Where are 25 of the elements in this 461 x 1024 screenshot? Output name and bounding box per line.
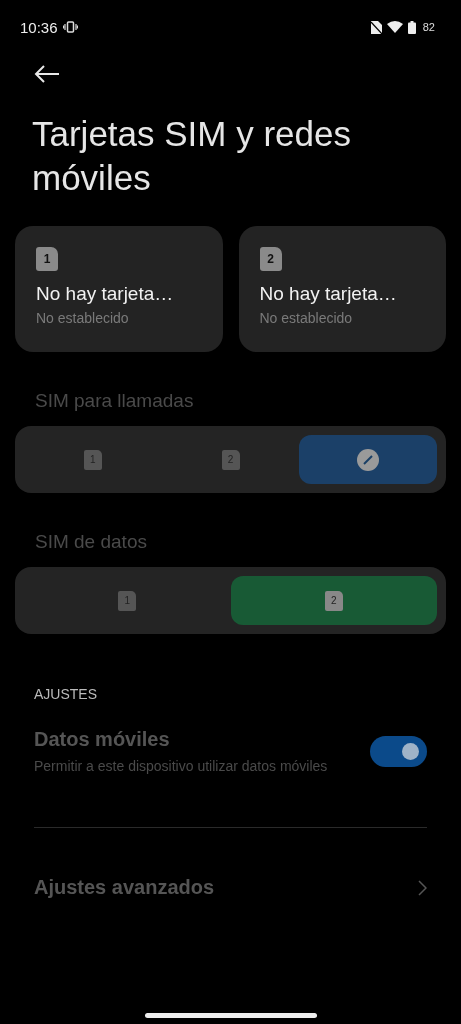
setting-title: Datos móviles	[34, 728, 171, 751]
wifi-icon	[386, 21, 403, 33]
section-label: SIM de datos	[35, 531, 148, 553]
sim-card[interactable]: 2 No hay tarjeta… No establecido	[238, 226, 446, 352]
status-time: 10:36	[20, 18, 58, 36]
sim-card[interactable]: 1 No hay tarjeta… No establecido	[15, 226, 223, 352]
back-arrow-icon[interactable]	[34, 65, 60, 83]
chevron-right-icon	[418, 879, 427, 896]
vibrate-icon	[62, 21, 78, 33]
sim-number-icon: 1	[36, 247, 58, 271]
battery-level: 82	[422, 21, 435, 33]
sim-name: No hay tarjeta…	[36, 283, 175, 305]
page-title: Tarjetas SIM y redes móviles	[32, 113, 352, 199]
sim-number-icon: 2	[324, 590, 343, 611]
sim-status: No establecido	[259, 310, 354, 326]
section-heading: AJUSTES	[34, 686, 98, 702]
sim-status: No establecido	[36, 310, 130, 326]
section-label: SIM para llamadas	[35, 390, 195, 412]
setting-description: Permitir a este dispositivo utilizar datos móviles	[34, 757, 329, 775]
sim-name: No hay tarjeta…	[259, 283, 398, 305]
pencil-icon	[357, 448, 380, 471]
setting-title: Ajustes avanzados	[34, 876, 215, 899]
sim-number-icon: 2	[259, 247, 282, 271]
no-sim-icon	[370, 20, 382, 34]
battery-icon	[407, 20, 416, 34]
